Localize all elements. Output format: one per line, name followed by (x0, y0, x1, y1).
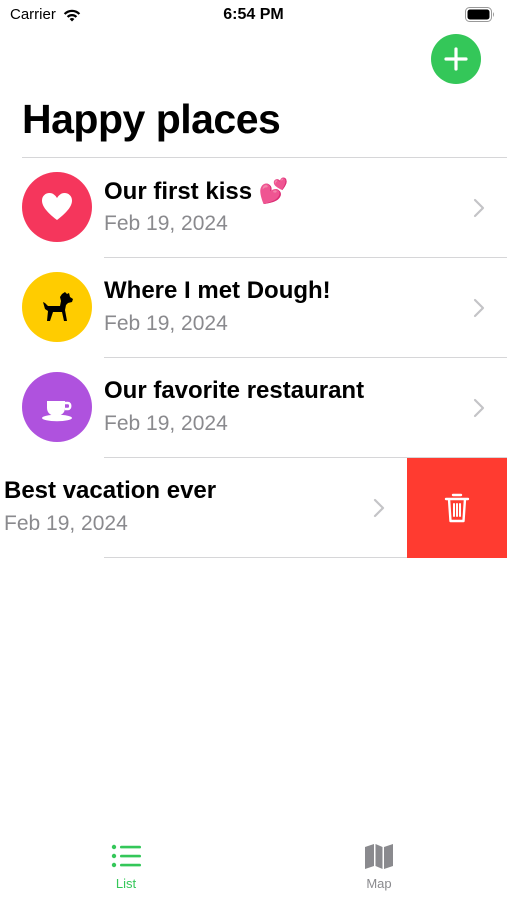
chevron-right-icon (473, 298, 485, 318)
add-place-button[interactable] (431, 34, 481, 84)
status-time: 6:54 PM (223, 6, 284, 23)
coffee-cup-icon (42, 401, 72, 422)
tab-map[interactable]: Map (339, 842, 419, 891)
list-item-title: Best vacation ever (4, 477, 217, 504)
tab-label: Map (366, 876, 392, 891)
heart-icon (42, 193, 72, 220)
avatar (22, 372, 92, 442)
tab-label: List (115, 876, 137, 891)
chevron-right-icon (473, 198, 485, 218)
list-item-date: Feb 19, 2024 (104, 212, 228, 235)
page-title: Happy places (22, 96, 281, 142)
delete-button[interactable] (407, 458, 507, 558)
list-item-title: Where I met Dough! (104, 277, 331, 304)
list-item-swiped[interactable]: Best vacation ever Feb 19, 2024 (0, 458, 507, 558)
list-item[interactable]: Where I met Dough! Feb 19, 2024 (0, 258, 507, 358)
trash-icon (444, 493, 470, 523)
list-item[interactable]: Our favorite restaurant Feb 19, 2024 (0, 358, 507, 458)
list-item[interactable]: Our first kiss 💕 Feb 19, 2024 (0, 158, 507, 258)
tab-bar: List Map (0, 830, 507, 900)
chevron-right-icon (373, 498, 385, 518)
status-bar: Carrier 6:54 PM (0, 0, 507, 32)
chevron-right-icon (473, 398, 485, 418)
list-item-date: Feb 19, 2024 (104, 412, 228, 435)
avatar (22, 172, 92, 242)
tab-list[interactable]: List (86, 842, 166, 891)
list-item-date: Feb 19, 2024 (4, 512, 128, 535)
list-item-title: Our favorite restaurant (104, 377, 365, 404)
list-item-date: Feb 19, 2024 (104, 312, 228, 335)
avatar (22, 272, 92, 342)
dog-icon (43, 292, 73, 321)
places-list: Our first kiss 💕 Feb 19, 2024 Where I me… (0, 158, 507, 558)
battery-icon (465, 7, 494, 22)
list-item-title: Our first kiss 💕 (104, 178, 289, 205)
plus-icon (444, 47, 468, 71)
row-divider (104, 557, 407, 558)
map-icon (365, 844, 393, 869)
list-icon (111, 844, 141, 868)
